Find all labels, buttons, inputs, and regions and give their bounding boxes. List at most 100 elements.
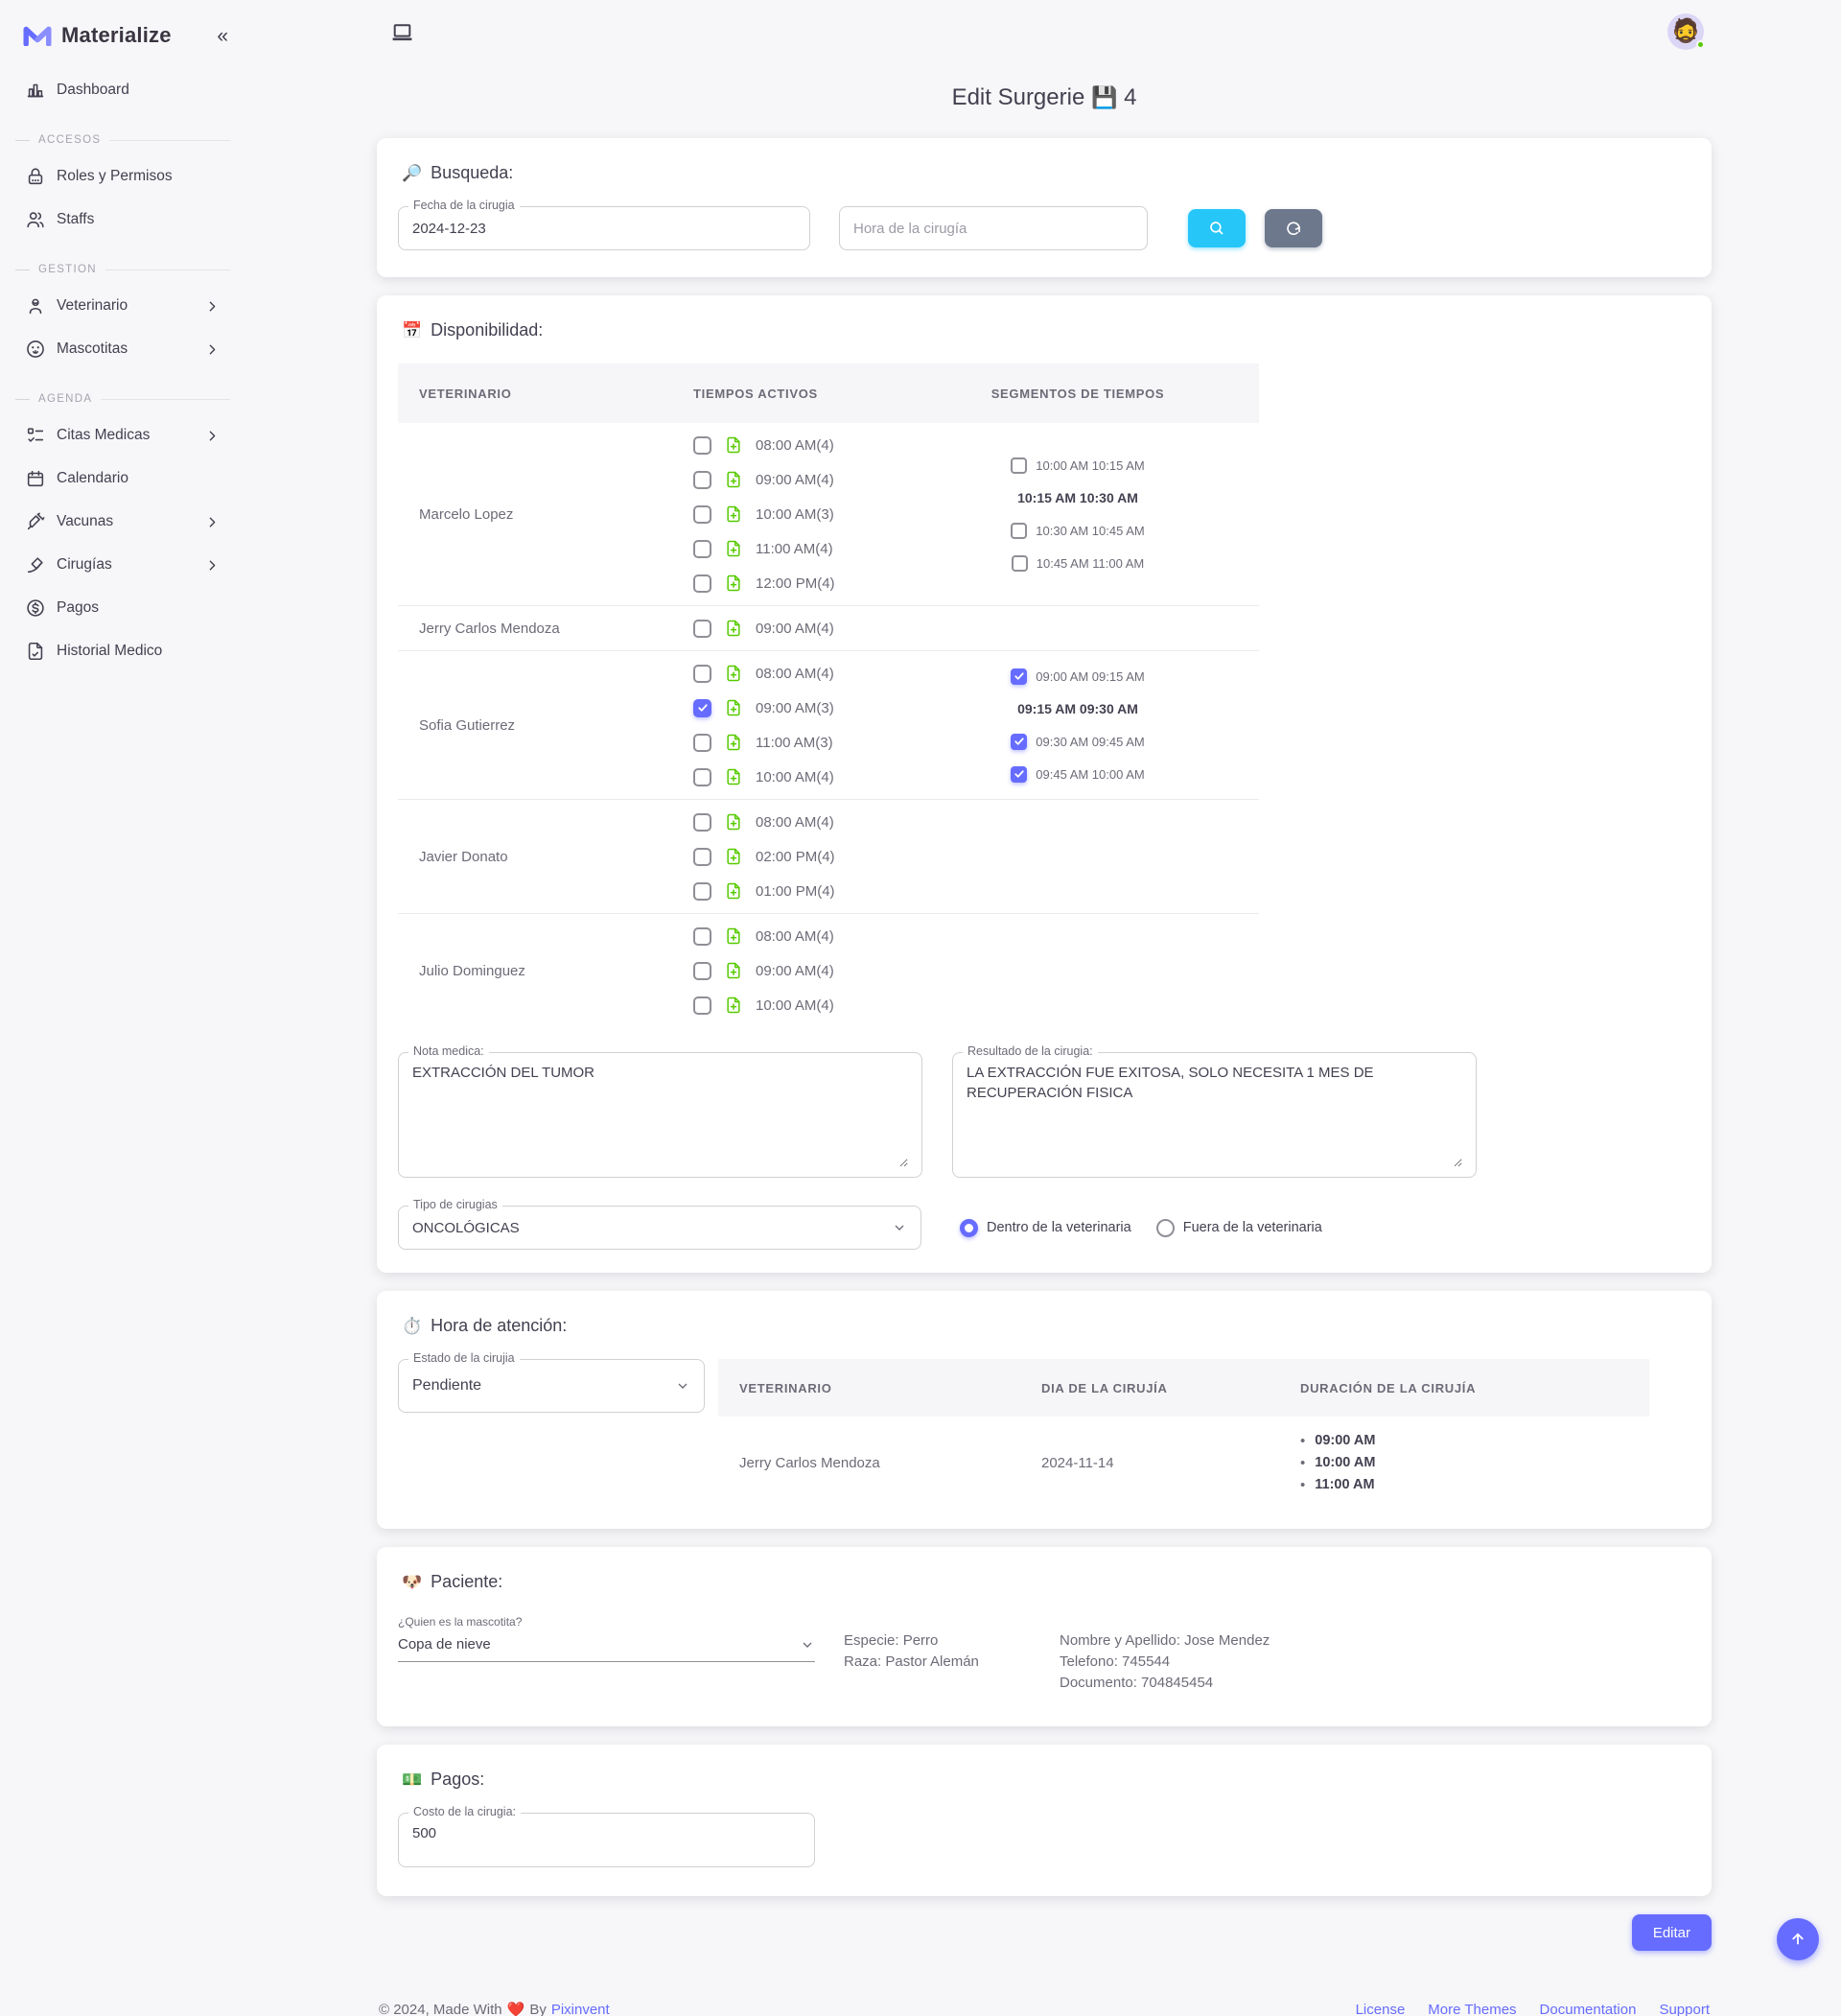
estado-cirujia-select[interactable]: Estado de la cirujia Pendiente: [398, 1359, 705, 1413]
radio-unselected-icon[interactable]: [1156, 1219, 1175, 1237]
sidebar-collapse-icon[interactable]: «: [217, 26, 228, 46]
file-plus-icon[interactable]: [724, 926, 743, 946]
file-plus-icon[interactable]: [724, 881, 743, 901]
checkbox-unchecked[interactable]: [693, 996, 711, 1015]
sidebar-item-mascotitas[interactable]: Mascotitas: [12, 330, 234, 368]
sidebar-item-label: Staffs: [57, 211, 221, 228]
time-slot-label: 09:00 AM(4): [756, 963, 834, 979]
costo-input[interactable]: [412, 1825, 801, 1841]
sidebar-item-vacunas[interactable]: Vacunas: [12, 503, 234, 541]
sidebar-item-staffs[interactable]: Staffs: [12, 200, 234, 239]
heart-icon: ❤️: [507, 2001, 525, 2016]
time-slot-label: 10:00 AM(4): [756, 997, 834, 1014]
file-edit-icon: [25, 641, 46, 662]
checkbox-checked[interactable]: [1011, 668, 1027, 685]
time-slot-label: 11:00 AM(3): [756, 735, 833, 751]
hora-cirugia-input[interactable]: [853, 221, 1133, 237]
sidebar-item-historial-medico[interactable]: Historial Medico: [12, 632, 234, 670]
screen-share-icon[interactable]: [390, 20, 414, 44]
brand-header: Materialize «: [0, 15, 247, 56]
mascota-select[interactable]: ¿Quien es la mascotita? Copa de nieve: [398, 1615, 815, 1694]
checkbox-unchecked[interactable]: [1012, 555, 1028, 572]
time-slot-label: 08:00 AM(4): [756, 928, 834, 945]
sidebar-item-calendario[interactable]: Calendario: [12, 459, 234, 498]
file-plus-icon[interactable]: [724, 847, 743, 866]
radio-dentro-de-la-veterinaria[interactable]: Dentro de la veterinaria: [960, 1219, 1131, 1237]
search-button[interactable]: [1188, 209, 1246, 247]
file-plus-icon[interactable]: [724, 664, 743, 683]
pixinvent-link[interactable]: Pixinvent: [551, 2002, 610, 2016]
col-duracion: DURACIÓN DE LA CIRUJÍA: [1279, 1381, 1649, 1395]
estado-cirujia-value: Pendiente: [412, 1377, 481, 1395]
file-plus-icon[interactable]: [724, 574, 743, 593]
file-plus-icon[interactable]: [724, 733, 743, 752]
sidebar-item-dashboard[interactable]: Dashboard: [12, 71, 234, 109]
file-plus-icon[interactable]: [724, 698, 743, 717]
checkbox-unchecked[interactable]: [1011, 457, 1027, 474]
sidebar-item-label: Citas Medicas: [57, 427, 194, 444]
radio-fuera-de-la-veterinaria[interactable]: Fuera de la veterinaria: [1156, 1219, 1322, 1237]
duracion-item: 09:00 AM: [1300, 1430, 1649, 1452]
footer-link-support[interactable]: Support: [1659, 2002, 1710, 2016]
fecha-cirugia-input[interactable]: [412, 221, 796, 237]
sidebar-item-label: Pagos: [57, 599, 221, 617]
checkbox-checked[interactable]: [1011, 766, 1027, 783]
checkbox-checked[interactable]: [693, 699, 711, 717]
paciente-info-line: Raza: Pastor Alemán: [844, 1652, 1060, 1673]
page-title: Edit Surgerie 💾 4: [377, 84, 1712, 111]
checkbox-unchecked[interactable]: [693, 665, 711, 683]
checkbox-unchecked[interactable]: [693, 882, 711, 901]
checkbox-checked[interactable]: [1011, 734, 1027, 750]
footer-link-more-themes[interactable]: More Themes: [1428, 2002, 1516, 2016]
file-plus-icon[interactable]: [724, 996, 743, 1015]
lock-icon: [25, 166, 46, 187]
user-avatar[interactable]: 🧔: [1667, 13, 1704, 50]
sidebar-item-cirug-as[interactable]: Cirugías: [12, 546, 234, 584]
checkbox-unchecked[interactable]: [693, 813, 711, 832]
file-plus-icon[interactable]: [724, 961, 743, 980]
segment-row-selected-range: 10:15 AM 10:30 AM: [897, 481, 1259, 514]
radio-selected-icon[interactable]: [960, 1219, 978, 1237]
time-slot-label: 08:00 AM(4): [756, 437, 834, 454]
editar-button[interactable]: Editar: [1632, 1914, 1712, 1951]
file-plus-icon[interactable]: [724, 504, 743, 524]
checkbox-unchecked[interactable]: [693, 574, 711, 593]
segment-row: 09:00 AM 09:15 AM: [897, 660, 1259, 692]
time-slot-row: 12:00 PM(4): [693, 566, 897, 600]
file-plus-icon[interactable]: [724, 470, 743, 489]
checkbox-unchecked[interactable]: [693, 927, 711, 946]
tipo-cirugias-select[interactable]: Tipo de cirugias ONCOLÓGICAS: [398, 1206, 921, 1250]
file-plus-icon[interactable]: [724, 539, 743, 558]
veterinario-name: Julio Dominguez: [398, 963, 676, 979]
file-plus-icon[interactable]: [724, 767, 743, 786]
sidebar-item-roles-y-permisos[interactable]: Roles y Permisos: [12, 157, 234, 196]
paciente-info-left: Especie: PerroRaza: Pastor Alemán: [844, 1615, 1060, 1694]
checkbox-unchecked[interactable]: [693, 471, 711, 489]
file-plus-icon[interactable]: [724, 435, 743, 455]
checkbox-unchecked[interactable]: [693, 962, 711, 980]
reset-button[interactable]: [1265, 209, 1322, 247]
sidebar-item-veterinario[interactable]: Veterinario: [12, 287, 234, 325]
resultado-textarea[interactable]: LA EXTRACCIÓN FUE EXITOSA, SOLO NECESITA…: [967, 1063, 1462, 1167]
sidebar-item-label: Historial Medico: [57, 643, 221, 660]
radio-label: Fuera de la veterinaria: [1183, 1220, 1322, 1235]
checkbox-unchecked[interactable]: [693, 436, 711, 455]
file-plus-icon[interactable]: [724, 619, 743, 638]
footer-link-license[interactable]: License: [1356, 2002, 1406, 2016]
checkbox-unchecked[interactable]: [693, 540, 711, 558]
sidebar-item-citas-medicas[interactable]: Citas Medicas: [12, 416, 234, 455]
checkbox-unchecked[interactable]: [693, 620, 711, 638]
checkbox-unchecked[interactable]: [693, 768, 711, 786]
file-plus-icon[interactable]: [724, 812, 743, 832]
footer-link-documentation[interactable]: Documentation: [1540, 2002, 1637, 2016]
checkbox-unchecked[interactable]: [693, 848, 711, 866]
checkbox-unchecked[interactable]: [1011, 523, 1027, 539]
checkbox-unchecked[interactable]: [693, 505, 711, 524]
checkbox-unchecked[interactable]: [693, 734, 711, 752]
nota-medica-textarea[interactable]: EXTRACCIÓN DEL TUMOR: [412, 1063, 908, 1167]
scroll-top-button[interactable]: [1777, 1918, 1819, 1960]
hora-cirugia-field-wrap: [839, 206, 1148, 250]
time-slot-label: 01:00 PM(4): [756, 883, 835, 900]
sidebar-item-pagos[interactable]: Pagos: [12, 589, 234, 627]
time-slot-row: 02:00 PM(4): [693, 839, 897, 874]
